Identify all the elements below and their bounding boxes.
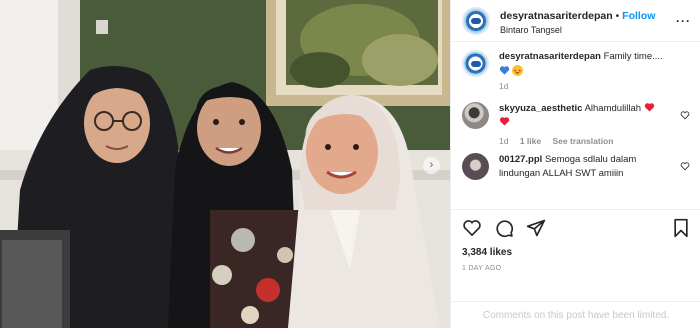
post-actions [451,210,700,246]
comment-icon[interactable] [494,218,514,238]
caption-text: Family time.... [603,51,663,62]
bookmark-icon[interactable] [672,218,690,238]
see-translation-link[interactable]: See translation [553,136,614,146]
red-heart-icon [644,103,654,112]
comment-body: 00127.ppl Semoga sdlalu dalam lindungan … [499,153,684,181]
caption-author-avatar[interactable] [462,50,489,77]
red-heart-icon [499,117,510,126]
photo-scene [0,0,450,328]
caption-meta: 1d [499,80,684,92]
comments-limited-notice: Comments on this post have been limited. [451,301,700,328]
author-info: desyratnasariterdepan • Follow Bintaro Tan… [500,5,655,36]
comments-list: desyratnasariterdepan Family time.... 1d [451,42,700,210]
post-header: desyratnasariterdepan • Follow Bintaro Tan… [451,0,700,42]
like-heart-icon[interactable] [462,218,482,238]
author-avatar[interactable] [462,6,490,35]
caption-age[interactable]: 1d [499,81,508,91]
instagram-post-view: › desyratnasariterdepan • Follow Bintaro T… [0,0,700,328]
follow-button[interactable]: Follow [622,10,655,22]
likes-count[interactable]: 3,384 likes [451,247,700,258]
comment-emoji-row [499,116,684,131]
caption-body: desyratnasariterdepan Family time.... 1d [499,50,684,92]
more-horizontal-icon[interactable]: ··· [676,14,691,28]
share-icon[interactable] [526,218,546,238]
post-timestamp[interactable]: 1 DAY AGO [451,265,700,272]
post-side-panel: desyratnasariterdepan • Follow Bintaro Tan… [450,0,700,328]
comment-meta: 1d 1 like See translation [499,135,684,147]
author-username[interactable]: desyratnasariterdepan [500,10,613,22]
like-comment-heart-icon[interactable] [680,110,690,120]
comment-age[interactable]: 1d [499,136,508,146]
star-struck-emoji-icon [512,64,523,76]
next-photo-button[interactable]: › [423,157,440,174]
comment-likes[interactable]: 1 like [520,136,541,146]
commenter-avatar[interactable] [462,102,489,130]
post-photo[interactable]: › [0,0,450,328]
comment-text: Alhamdulillah [584,103,642,115]
comment-body: skyyuza_aesthetic Alhamdulillah 1d 1 lik… [499,102,684,147]
comment-username[interactable]: 00127.ppl [499,154,542,165]
caption-item: desyratnasariterdepan Family time.... 1d [462,50,692,92]
commenter-avatar[interactable] [462,152,489,180]
comment-item: 00127.ppl Semoga sdlalu dalam lindungan … [462,152,692,181]
separator-dot: • [615,10,620,22]
blue-heart-icon [499,65,510,76]
comment-username[interactable]: skyyuza_aesthetic [499,103,582,114]
comment-item: skyyuza_aesthetic Alhamdulillah 1d 1 lik… [462,102,692,147]
caption-username[interactable]: desyratnasariterdepan [499,51,601,62]
like-comment-heart-icon[interactable] [680,161,690,171]
caption-emojis [499,64,684,76]
post-location[interactable]: Bintaro Tangsel [500,25,655,36]
comment-text: Semoga sdlalu dalam [544,153,637,165]
comment-text-continued: lindungan ALLAH SWT amiiin [499,167,624,179]
